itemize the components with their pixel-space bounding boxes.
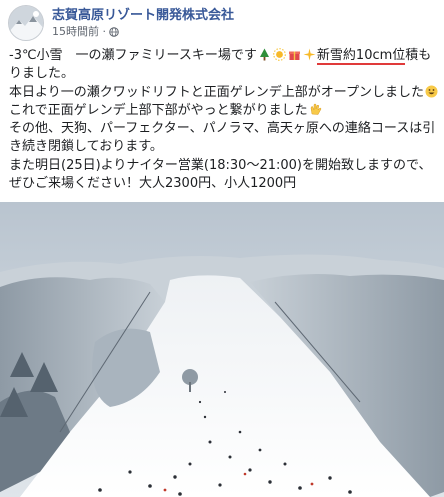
clap-emoji-icon — [310, 103, 321, 115]
sun-emoji-icon — [273, 48, 286, 61]
sparkle-emoji-icon — [303, 48, 316, 61]
message-paragraph-5: また明日(25日)よりナイター営業(18:30～21:00)を開始致しますので、… — [9, 157, 432, 192]
ski-slope-photo[interactable] — [0, 202, 444, 497]
facebook-post: 志賀高原リゾート開発株式会社 15時間前 · -3℃小雪 一の瀬ファミリースキー… — [0, 0, 444, 497]
message-paragraph-2: 本日より一の瀬クワッドリフトと正面ゲレンデ上部がオープンしました — [9, 84, 439, 102]
page-name-link[interactable]: 志賀高原リゾート開発株式会社 — [52, 7, 234, 24]
post-timestamp[interactable]: 15時間前 — [52, 24, 99, 39]
message-paragraph-4: その他、天狗、パーフェクター、パノラマ、高天ヶ原への連絡コースは引き続き閉鎖して… — [9, 121, 436, 155]
highlighted-snow-text: 新雪約10cm位 — [316, 48, 406, 65]
smile-emoji-icon — [425, 85, 438, 98]
globe-icon — [109, 26, 119, 37]
timestamp-row: 15時間前 · — [52, 24, 234, 39]
snowy-slope-image — [0, 202, 444, 497]
post-meta: 志賀高原リゾート開発株式会社 15時間前 · — [52, 7, 234, 39]
message-paragraph-1: -3℃小雪 一の瀬ファミリースキー場です 新雪約10cm位積もりました。 — [9, 48, 432, 82]
page-avatar[interactable] — [8, 5, 44, 41]
message-paragraph-3: これで正面ゲレンデ上部下部がやっと繋がりました — [9, 102, 439, 120]
post-header: 志賀高原リゾート開発株式会社 15時間前 · — [8, 5, 234, 41]
tree-emoji-icon — [259, 48, 269, 61]
gift-emoji-icon — [288, 51, 300, 60]
post-message: -3℃小雪 一の瀬ファミリースキー場です 新雪約10cm位積もりました。 本日より… — [9, 47, 439, 193]
